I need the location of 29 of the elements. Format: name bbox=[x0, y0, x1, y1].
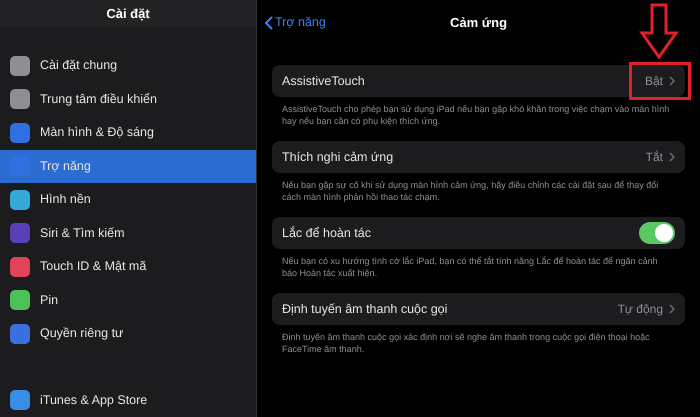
settings-row[interactable]: Thích nghi cảm ứng Tắt bbox=[272, 141, 685, 173]
row-description: Nếu bạn có xu hướng tình cờ lắc iPad, bạn có thể tắt tính năng Lắc để hoàn tác để ngăn cảnh báo Hoàn tác xuất hiện. bbox=[281, 255, 659, 279]
row-description: Định tuyến âm thanh cuộc gọi xác định nơi sẽ nghe âm thanh trong cuộc gọi điện thoại hoặc FaceTime âm thanh. bbox=[281, 331, 651, 355]
page-title: Cảm ứng bbox=[450, 14, 508, 32]
sidebar-item[interactable]: Pin bbox=[0, 284, 256, 317]
settings-row[interactable]: AssistiveTouch Bật bbox=[272, 65, 685, 97]
settings-row[interactable]: Lắc để hoàn tác bbox=[272, 217, 685, 249]
row-description: Nếu bạn gặp sự cố khi sử dụng màn hình cảm ứng, hãy điều chỉnh các cài đặt sau để thay đổi cách màn hình phản hồi thao tác chạm. bbox=[281, 179, 660, 203]
toggle-switch[interactable] bbox=[639, 222, 675, 244]
row-value: Tự động bbox=[618, 301, 663, 318]
chevron-right-icon bbox=[669, 152, 675, 162]
sidebar-item[interactable]: Trung tâm điều khiển bbox=[0, 82, 256, 116]
sidebar-item[interactable]: Hình nền bbox=[0, 183, 256, 216]
chevron-right-icon bbox=[669, 304, 675, 314]
settings-row[interactable]: Định tuyến âm thanh cuộc gọi Tự động bbox=[272, 293, 685, 325]
row-value: Bật bbox=[644, 73, 663, 90]
sidebar-item[interactable]: Cài đặt chung bbox=[0, 49, 256, 82]
row-value: Tắt bbox=[646, 149, 663, 166]
sidebar-item[interactable]: Touch ID & Mật mã bbox=[0, 250, 256, 284]
back-button[interactable]: Trợ năng bbox=[265, 13, 326, 32]
chevron-left-icon bbox=[265, 16, 273, 30]
sidebar-item[interactable]: Trợ năng bbox=[0, 150, 256, 183]
row-description: AssistiveTouch cho phép bạn sử dụng iPad nếu bạn gặp khó khăn trong việc chạm vào màn hình hay nếu bạn cần có phụ kiện thích ứng. bbox=[281, 103, 670, 127]
sidebar-item[interactable]: Màn hình & Độ sáng bbox=[0, 116, 256, 150]
sidebar-item[interactable]: Siri & Tìm kiếm bbox=[0, 216, 256, 250]
arrow-annotation-icon bbox=[639, 3, 679, 59]
sidebar-title: Cài đặt bbox=[106, 4, 150, 23]
chevron-right-icon bbox=[669, 76, 675, 86]
sidebar-item[interactable]: Quyền riêng tư bbox=[0, 317, 256, 350]
